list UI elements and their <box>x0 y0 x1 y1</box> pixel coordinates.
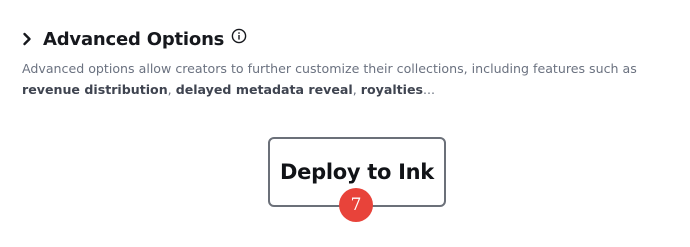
step-badge: 7 <box>339 188 373 222</box>
feature-separator: , <box>352 82 361 97</box>
description-features: revenue distribution, delayed metadata r… <box>22 79 672 100</box>
chevron-right-icon[interactable] <box>22 28 36 50</box>
description-text: Advanced options allow creators to furth… <box>22 61 637 76</box>
section-description: Advanced options allow creators to furth… <box>22 58 672 100</box>
section-title: Advanced Options <box>43 28 225 50</box>
feature-delayed-metadata-reveal: delayed metadata reveal <box>175 82 353 97</box>
info-icon[interactable] <box>231 28 247 44</box>
deploy-area: Deploy to Ink 7 <box>268 137 446 222</box>
feature-royalties: royalties <box>360 82 424 97</box>
advanced-options-toggle[interactable]: Advanced Options <box>22 28 247 50</box>
feature-separator: , <box>167 82 176 97</box>
description-ellipsis: ... <box>423 82 436 97</box>
feature-revenue-distribution: revenue distribution <box>22 82 168 97</box>
